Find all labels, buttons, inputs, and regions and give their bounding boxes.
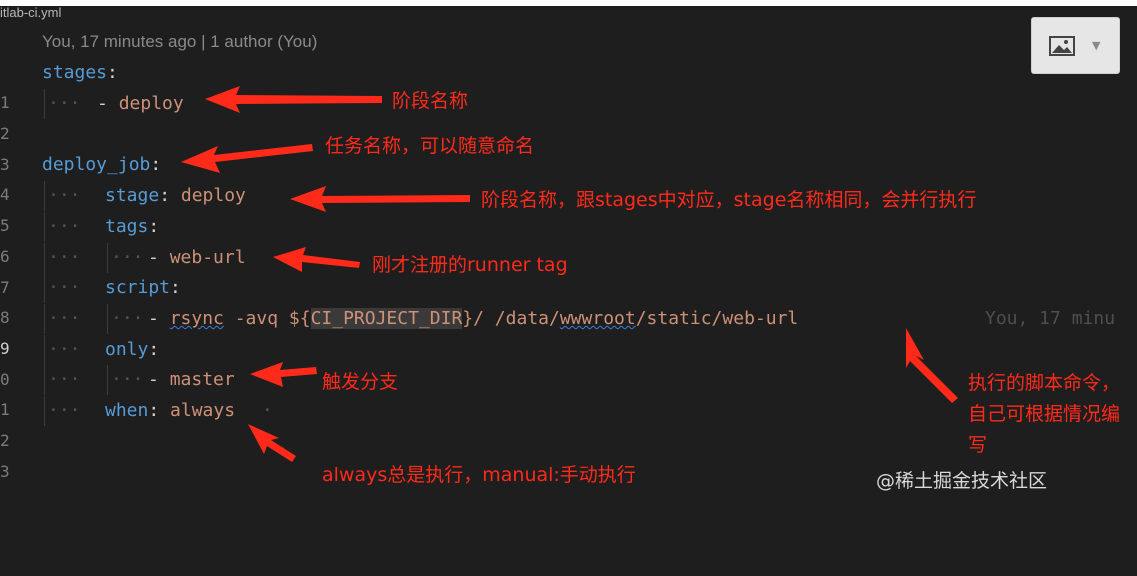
watermark: @稀土掘金技术社区 [876, 470, 1048, 492]
annotation-stage-name: 阶段名称 [392, 90, 469, 112]
arrow-tag [273, 247, 360, 272]
arrow-stage [290, 186, 470, 212]
annotation-script: 执行的脚本命令，自己可根据情况编写 [968, 372, 1121, 456]
annotation-when: always总是执行，manual:手动执行 [322, 464, 636, 486]
annotation-trigger-branch: 触发分支 [322, 371, 399, 393]
arrow-job [181, 144, 313, 173]
annotation-runner-tag: 刚才注册的runner tag [372, 254, 568, 276]
annotation-arrows [181, 86, 958, 462]
arrow-script [906, 328, 958, 403]
annotation-stage-field: 阶段名称，跟stages中对应，stage名称相同，会并行执行 [481, 189, 977, 211]
arrow-stages [205, 86, 382, 113]
arrow-when [248, 424, 296, 462]
arrow-branch [250, 362, 317, 387]
annotation-job-name: 任务名称，可以随意命名 [325, 135, 535, 157]
